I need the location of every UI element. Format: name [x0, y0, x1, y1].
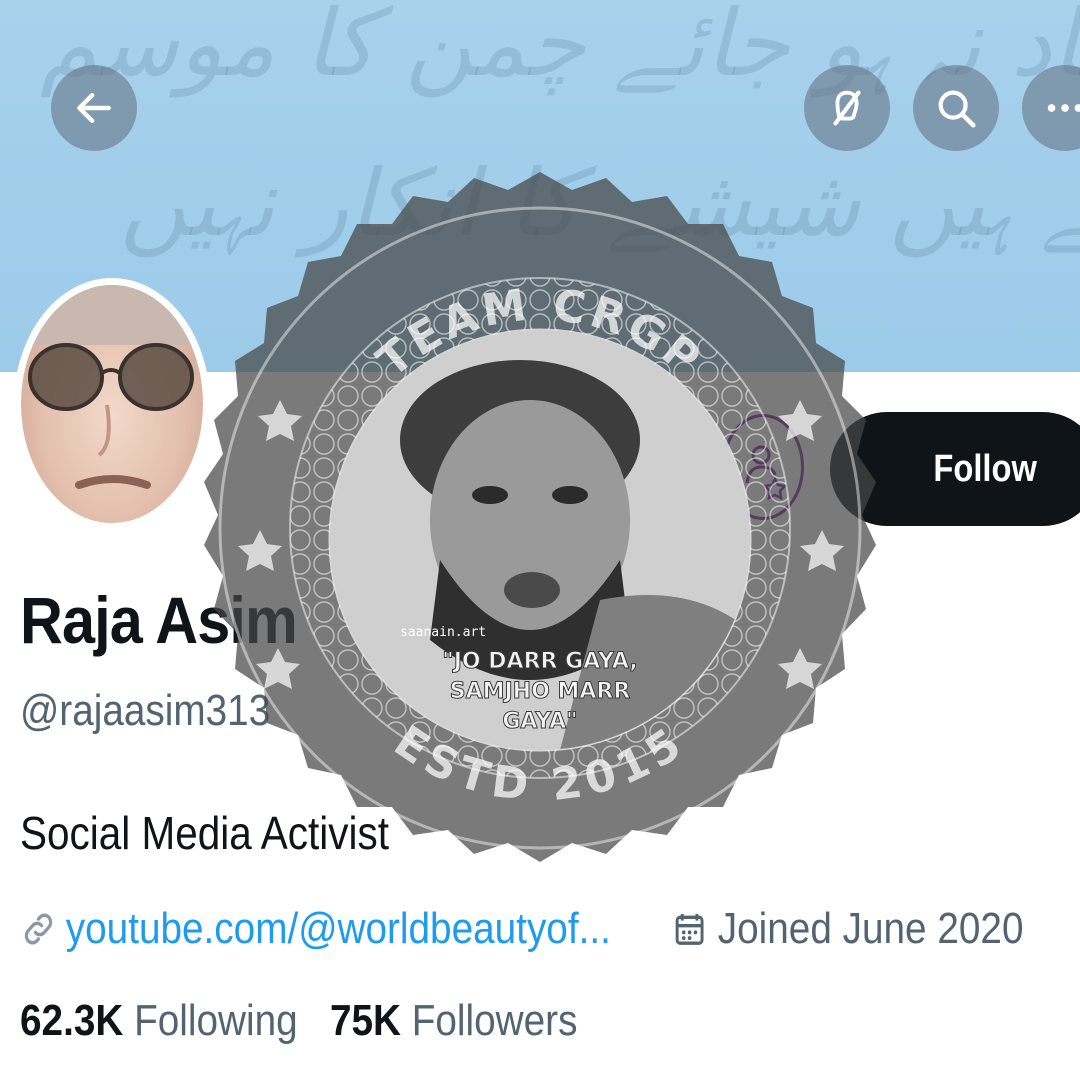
subscribe-star-icon: [745, 445, 788, 501]
followers-label: Followers: [411, 996, 578, 1045]
following-stat[interactable]: 62.3K Following: [20, 996, 298, 1045]
seal-portrait: [330, 330, 750, 750]
back-button[interactable]: [51, 65, 137, 151]
avatar-photo: [21, 285, 203, 523]
following-label: Following: [134, 996, 298, 1045]
arrow-left-icon: [77, 92, 111, 124]
seal-quote-line-1: "JO DARR GAYA,: [442, 649, 637, 674]
link-icon: [24, 913, 53, 945]
follow-button-label: Follow: [933, 447, 1037, 490]
followers-stat[interactable]: 75K Followers: [330, 996, 577, 1045]
profile-joined-text: Joined June 2020: [717, 904, 1024, 953]
search-icon: [938, 90, 976, 128]
seal-signature: saanain.art: [400, 625, 486, 640]
profile-link[interactable]: youtube.com/@worldbeautyof...: [20, 904, 611, 954]
more-icon: [1047, 104, 1080, 112]
seal-quote-line-2: SAMJHO MARR: [450, 679, 631, 704]
svg-text:ESTD 2015: ESTD 2015: [385, 716, 695, 812]
calendar-icon: [675, 914, 704, 945]
profile-stats: 62.3K Following 75K Followers: [20, 996, 577, 1046]
seal-bottom-text: ESTD 2015: [385, 716, 689, 812]
following-count: 62.3K: [20, 996, 124, 1045]
notifications-toggle-button[interactable]: [804, 65, 890, 151]
profile-link-text[interactable]: youtube.com/@worldbeautyof...: [66, 904, 611, 954]
no-notifications-icon: [833, 90, 861, 126]
search-button[interactable]: [913, 65, 999, 151]
seal-quote: "JO DARR GAYA, SAMJHO MARR GAYA": [442, 649, 638, 735]
followers-count: 75K: [329, 996, 401, 1045]
profile-bio: Social Media Activist: [20, 807, 389, 859]
profile-handle: @rajaasim313: [20, 686, 271, 735]
seal-quote-line-3: GAYA": [502, 709, 577, 734]
profile-avatar[interactable]: [14, 278, 210, 530]
profile-joined: Joined June 2020: [672, 904, 1023, 954]
follow-button[interactable]: Follow: [830, 412, 1080, 526]
profile-name: Raja Asim: [20, 583, 298, 657]
banner-calligraphy-2: ﻧﺎﺩﺍﻥ ﯾﮧ ﺳﻤﺠﮫ ﺑﯿﭩﮭﮯ ﮨﯿﮟ ﺷﯿﺸﮯ ﮐﺎ ﺍﻧﮑﺎﺭ ﻧﮩ…: [120, 150, 1080, 257]
subscribe-button[interactable]: [722, 414, 804, 520]
